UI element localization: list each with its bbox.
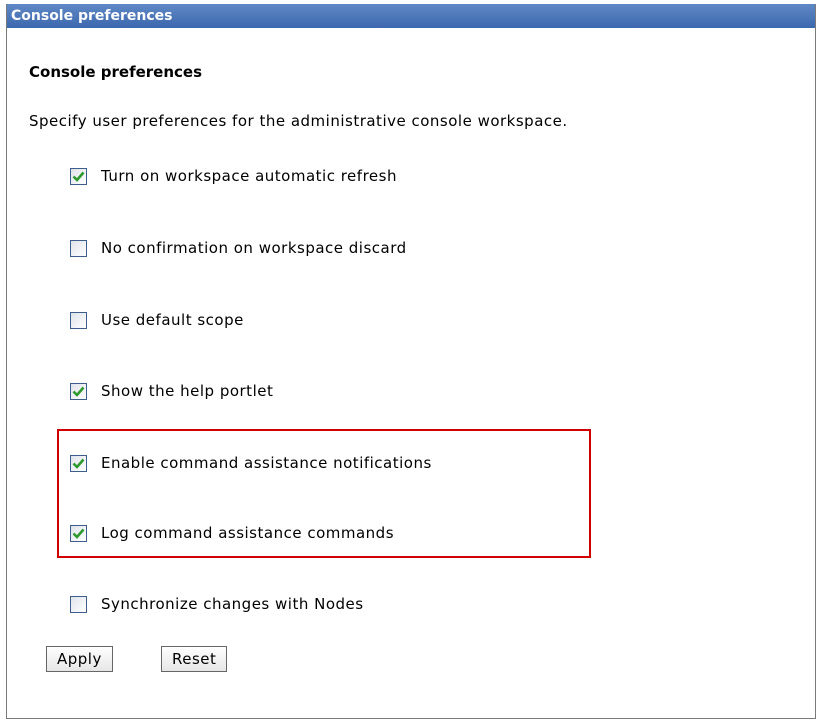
option-label: Enable command assistance notifications	[101, 454, 432, 472]
reset-button[interactable]: Reset	[161, 646, 228, 672]
checkbox-default-scope[interactable]	[70, 311, 87, 329]
option-no-confirm-discard[interactable]: No confirmation on workspace discard	[70, 236, 407, 260]
option-label: Log command assistance commands	[101, 524, 395, 542]
option-auto-refresh[interactable]: Turn on workspace automatic refresh	[70, 164, 397, 188]
section-description: Specify user preferences for the adminis…	[29, 112, 568, 130]
checkbox-synchronize-nodes[interactable]	[70, 595, 87, 613]
option-label: Show the help portlet	[101, 382, 274, 400]
checkbox-auto-refresh[interactable]	[70, 167, 87, 185]
panel-title: Console preferences	[7, 4, 815, 28]
option-label: Synchronize changes with Nodes	[101, 595, 364, 613]
checkbox-help-portlet[interactable]	[70, 382, 87, 400]
option-label: Turn on workspace automatic refresh	[101, 167, 397, 185]
checkbox-log-commands[interactable]	[70, 524, 87, 542]
option-label: No confirmation on workspace discard	[101, 239, 407, 257]
apply-button[interactable]: Apply	[46, 646, 113, 672]
option-log-commands[interactable]: Log command assistance commands	[70, 521, 394, 545]
checkbox-no-confirm-discard[interactable]	[70, 239, 87, 257]
section-heading: Console preferences	[29, 63, 203, 81]
option-default-scope[interactable]: Use default scope	[70, 308, 244, 332]
option-synchronize-nodes[interactable]: Synchronize changes with Nodes	[70, 592, 364, 616]
option-label: Use default scope	[101, 311, 244, 329]
option-command-notifications[interactable]: Enable command assistance notifications	[70, 451, 432, 475]
option-help-portlet[interactable]: Show the help portlet	[70, 379, 273, 403]
checkbox-command-notifications[interactable]	[70, 454, 87, 472]
